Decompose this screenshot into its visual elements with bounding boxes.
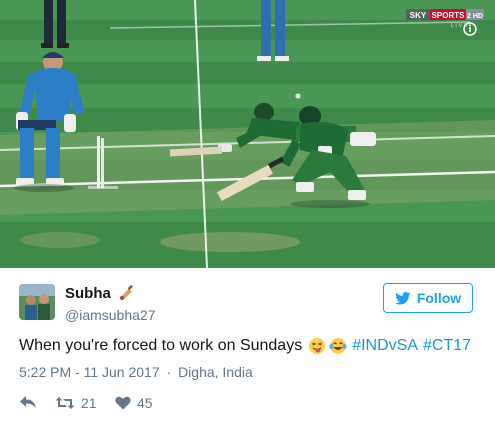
- cricket-bat-icon: [118, 283, 136, 301]
- author-name[interactable]: Subha: [65, 285, 111, 302]
- follow-button[interactable]: Follow: [383, 283, 473, 313]
- heart-icon: [115, 396, 131, 410]
- hd-badge: 2 HD: [467, 13, 483, 20]
- tweet-text: When you're forced to work on Sundays #I…: [19, 337, 471, 355]
- meta-separator: ·: [166, 364, 172, 380]
- tears-of-joy-face-icon: [329, 337, 347, 355]
- author-handle[interactable]: @iamsubha27: [65, 307, 156, 323]
- tweet-timestamp[interactable]: 5:22 PM - 11 Jun 2017: [19, 364, 160, 380]
- hashtag-link[interactable]: #CT17: [423, 337, 471, 355]
- avatar[interactable]: [19, 284, 55, 320]
- tweet-body: When you're forced to work on Sundays: [19, 337, 303, 354]
- svg-text:SKY: SKY: [410, 11, 427, 20]
- tweet-actions: 21 45: [19, 395, 319, 413]
- squinting-tongue-face-icon: [308, 337, 326, 355]
- svg-text:SPORTS: SPORTS: [432, 11, 466, 20]
- cricket-run-out-scene: SKY SPORTS 2 HD LIVE: [0, 0, 495, 268]
- tweet-photo[interactable]: SKY SPORTS 2 HD LIVE: [0, 0, 495, 268]
- like-count: 45: [137, 395, 153, 411]
- tweet-location[interactable]: Digha, India: [178, 364, 253, 380]
- hashtag-link[interactable]: #INDvSA: [352, 337, 418, 355]
- retweet-button[interactable]: 21: [55, 395, 97, 411]
- reply-button[interactable]: [19, 395, 37, 409]
- tweet-card: Subha @iamsubha27 Follow When you're for…: [0, 268, 495, 422]
- follow-label: Follow: [416, 290, 462, 306]
- twitter-bird-icon: [394, 291, 411, 304]
- like-button[interactable]: 45: [115, 395, 153, 411]
- reply-icon: [20, 396, 36, 408]
- retweet-icon: [55, 397, 75, 409]
- tweet-meta: 5:22 PM - 11 Jun 2017 · Digha, India: [19, 364, 253, 380]
- retweet-count: 21: [81, 395, 97, 411]
